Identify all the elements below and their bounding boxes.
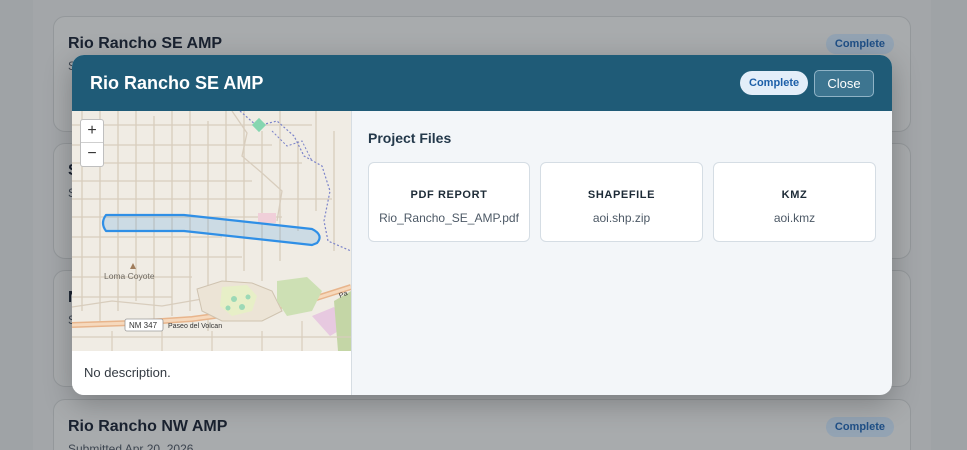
file-name: aoi.kmz (773, 211, 816, 225)
project-card-title: Rio Rancho NW AMP (68, 418, 228, 435)
map-label-loma-coyote: Loma Coyote (104, 271, 155, 281)
zoom-in-button[interactable]: + (81, 120, 103, 143)
file-type-label: PDF REPORT (410, 189, 488, 201)
status-badge: Complete (825, 34, 894, 54)
file-type-label: KMZ (781, 189, 808, 201)
zoom-out-button[interactable]: − (81, 143, 103, 166)
modal-header: Rio Rancho SE AMP Complete Close (72, 55, 892, 111)
map-label-route: NM 347 (129, 321, 158, 330)
modal-title: Rio Rancho SE AMP (90, 73, 264, 93)
project-map[interactable]: Loma Coyote NM 347 Paseo del Volcan Pa +… (72, 111, 351, 351)
project-card-title: Rio Rancho SE AMP (68, 35, 223, 52)
zoom-control: + − (80, 119, 104, 167)
status-badge: Complete (740, 71, 809, 95)
close-button[interactable]: Close (814, 70, 874, 97)
file-type-label: SHAPEFILE (587, 189, 656, 201)
map-canvas: Loma Coyote NM 347 Paseo del Volcan Pa (72, 111, 351, 351)
project-files-heading: Project Files (368, 130, 452, 146)
project-description: No description. (84, 365, 171, 380)
file-card-shapefile[interactable]: SHAPEFILE aoi.shp.zip (540, 162, 703, 242)
map-label-road: Paseo del Volcan (168, 323, 222, 330)
project-card-subtitle: Submitted Apr 20, 2026 (68, 442, 194, 450)
file-card-pdf[interactable]: PDF REPORT Rio_Rancho_SE_AMP.pdf (368, 162, 530, 242)
project-details-panel: Loma Coyote NM 347 Paseo del Volcan Pa +… (72, 111, 352, 395)
project-modal: Rio Rancho SE AMP Complete Close Loma Co… (72, 55, 892, 395)
file-name: Rio_Rancho_SE_AMP.pdf (379, 211, 519, 225)
status-badge: Complete (825, 417, 894, 437)
land-parcel (258, 213, 276, 223)
project-card[interactable]: Rio Rancho NW AMP Submitted Apr 20, 2026… (53, 399, 911, 450)
file-card-kmz[interactable]: KMZ aoi.kmz (713, 162, 876, 242)
file-name: aoi.shp.zip (592, 211, 651, 225)
